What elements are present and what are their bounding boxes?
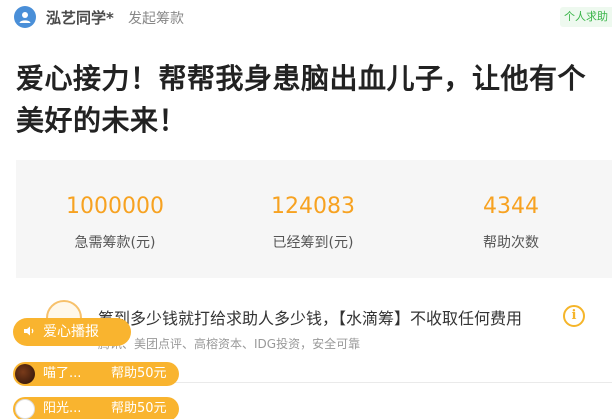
stat-label: 急需筹款(元) xyxy=(74,235,156,251)
broadcast-label: 爱心播报 xyxy=(43,324,99,340)
donor-name: 喵了... xyxy=(43,366,82,381)
investor-note: 腾讯、美团点评、高榕资本、IDG投资，安全可靠 xyxy=(98,337,361,351)
donor-avatar xyxy=(15,399,35,419)
donor-name: 阳光... xyxy=(43,401,82,416)
header: 泓艺同学* 发起筹款 个人求助 xyxy=(0,0,612,36)
donor-avatar xyxy=(15,364,35,384)
info-icon[interactable]: i xyxy=(563,305,585,327)
organizer-name[interactable]: 泓艺同学* xyxy=(46,7,114,28)
love-broadcast-badge[interactable]: 爱心播报 xyxy=(13,318,131,346)
stat-label: 已经筹到(元) xyxy=(272,235,354,251)
stat-label: 帮助次数 xyxy=(483,235,539,251)
page-title: 爱心接力！帮帮我身患脑出血儿子，让他有个美好的未来！ xyxy=(16,62,587,137)
donor-badge: 喵了... 帮助50元 xyxy=(13,362,179,386)
donor-badge: 阳光... 帮助50元 xyxy=(13,397,179,419)
stat-value: 124083 xyxy=(271,194,355,219)
stat-value: 1000000 xyxy=(66,194,164,219)
fee-notice: 筹到多少钱就打给求助人多少钱，【水滴筹】不收取任何费用 xyxy=(98,309,523,328)
organizer-action: 发起筹款 xyxy=(128,11,184,27)
user-icon xyxy=(19,12,31,23)
stat-help-count: 4344 帮助次数 xyxy=(412,160,610,278)
speaker-icon xyxy=(24,326,34,336)
donor-amount: 帮助50元 xyxy=(111,366,167,381)
stats-panel: 1000000 急需筹款(元) 124083 已经筹到(元) 4344 帮助次数 xyxy=(16,160,612,278)
stat-raised: 124083 已经筹到(元) xyxy=(214,160,412,278)
category-tag: 个人求助 xyxy=(560,7,612,27)
donor-amount: 帮助50元 xyxy=(111,401,167,416)
stat-target: 1000000 急需筹款(元) xyxy=(16,160,214,278)
avatar[interactable] xyxy=(14,6,36,28)
stat-value: 4344 xyxy=(483,194,539,219)
